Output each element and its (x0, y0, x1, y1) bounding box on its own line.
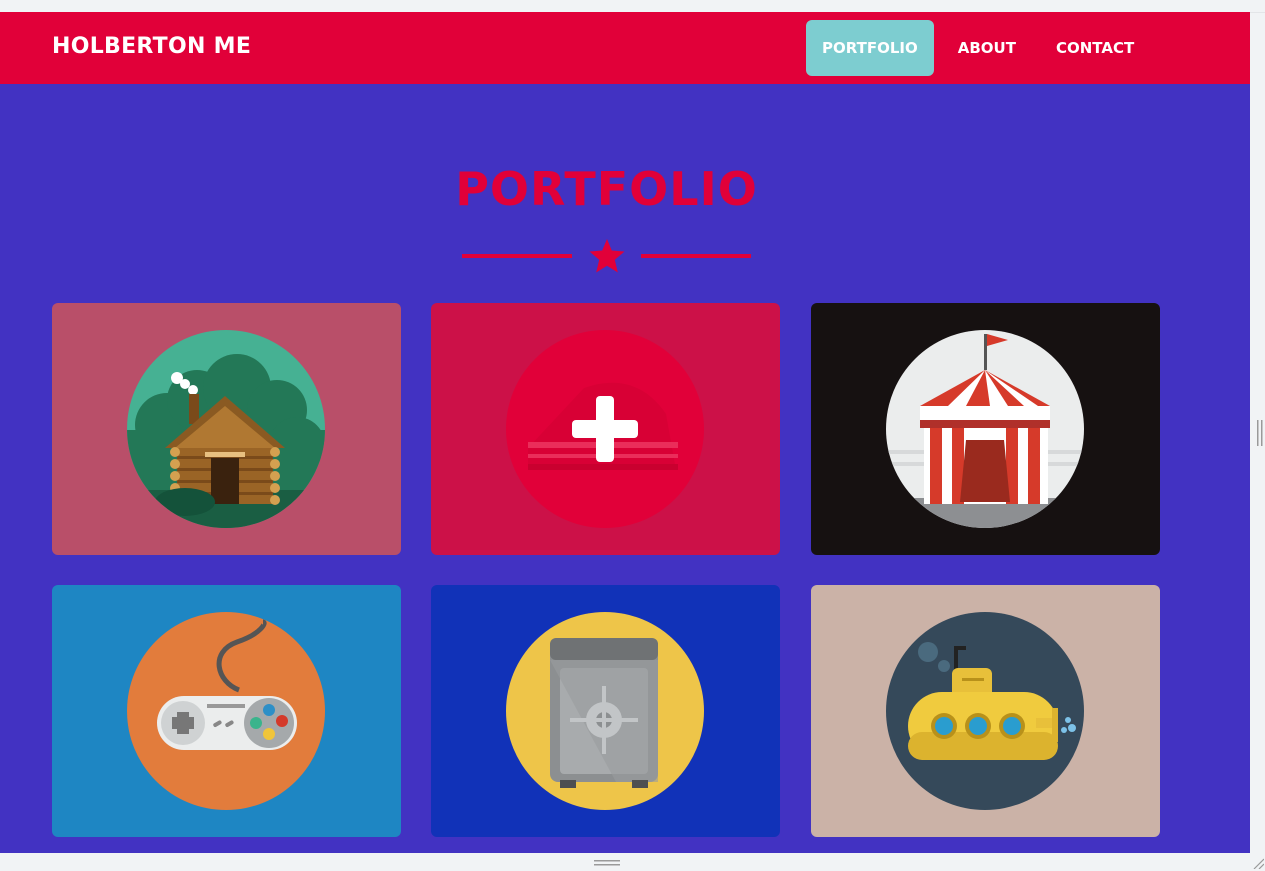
circus-tent-icon (886, 330, 1084, 528)
portfolio-item-cake[interactable] (431, 303, 780, 555)
site-brand[interactable]: HOLBERTON ME (52, 34, 251, 59)
portfolio-item-game-controller[interactable] (52, 585, 401, 837)
cake-plus-icon (506, 330, 704, 528)
portfolio-item-cabin[interactable] (52, 303, 401, 555)
page-viewport: HOLBERTON ME PORTFOLIO ABOUT CONTACT POR… (0, 12, 1250, 853)
nav-link-portfolio[interactable]: PORTFOLIO (806, 20, 934, 76)
portfolio-item-safe[interactable] (431, 585, 780, 837)
game-controller-icon (127, 612, 325, 810)
nav-links: PORTFOLIO ABOUT CONTACT (806, 20, 1150, 76)
nav-link-about[interactable]: ABOUT (942, 20, 1032, 76)
divider-line-right (641, 254, 751, 258)
submarine-icon (886, 612, 1084, 810)
browser-bottom-strip (0, 853, 1265, 871)
divider-line-left (462, 254, 572, 258)
navbar: HOLBERTON ME PORTFOLIO ABOUT CONTACT (0, 12, 1250, 84)
corner-resize-grip-icon[interactable] (1252, 857, 1264, 869)
portfolio-item-submarine[interactable] (811, 585, 1160, 837)
portfolio-heading: PORTFOLIO (455, 162, 758, 216)
side-resize-grip-icon[interactable] (1256, 420, 1264, 446)
star-icon (589, 239, 625, 273)
cabin-icon (127, 330, 325, 528)
resize-grip-icon[interactable] (594, 860, 620, 866)
nav-link-contact[interactable]: CONTACT (1040, 20, 1150, 76)
safe-icon (506, 612, 704, 810)
portfolio-item-circus-tent[interactable] (811, 303, 1160, 555)
